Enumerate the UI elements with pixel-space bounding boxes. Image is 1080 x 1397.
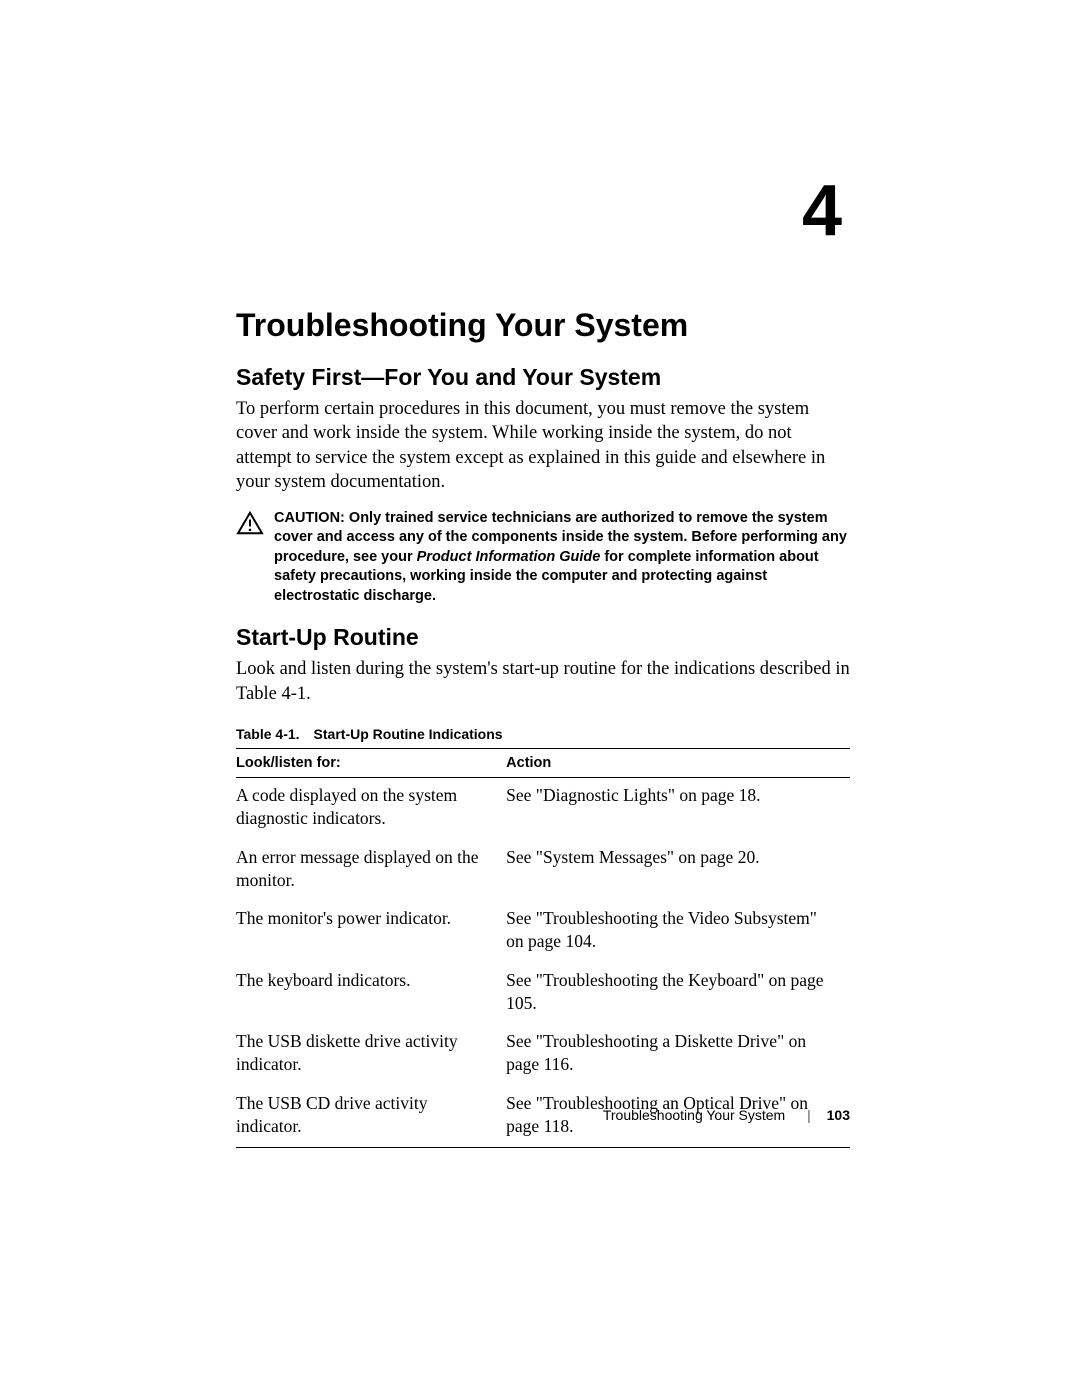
table-row: An error message displayed on the monito… — [236, 840, 850, 902]
footer-running-title: Troubleshooting Your System — [603, 1107, 785, 1123]
section-safety-text: To perform certain procedures in this do… — [236, 397, 850, 495]
table-row: A code displayed on the system diagnosti… — [236, 778, 850, 840]
startup-table: Look/listen for: Action A code displayed… — [236, 748, 850, 1148]
caution-italic: Product Information Guide — [417, 549, 601, 565]
table-row: The monitor's power indicator. See "Trou… — [236, 901, 850, 963]
table-action-cell: See "Diagnostic Lights" on page 18. — [506, 778, 850, 840]
page-content: 4 Troubleshooting Your System Safety Fir… — [236, 175, 850, 1148]
table-look-cell: An error message displayed on the monito… — [236, 840, 506, 902]
table-caption-label: Table 4-1. — [236, 726, 300, 742]
section-startup-heading: Start-Up Routine — [236, 624, 850, 651]
table-look-cell: The USB diskette drive activity indicato… — [236, 1024, 506, 1086]
table-row: The keyboard indicators. See "Troublesho… — [236, 963, 850, 1025]
caution-text: CAUTION: Only trained service technician… — [274, 509, 850, 607]
caution-icon — [236, 511, 264, 535]
table-header-row: Look/listen for: Action — [236, 749, 850, 778]
caution-label: CAUTION: — [274, 510, 345, 526]
chapter-number: 4 — [236, 175, 850, 247]
table-caption: Table 4-1. Start-Up Routine Indications — [236, 726, 850, 742]
table-action-cell: See "Troubleshooting the Video Subsystem… — [506, 901, 850, 963]
table-caption-title: Start-Up Routine Indications — [314, 726, 503, 742]
chapter-title: Troubleshooting Your System — [236, 307, 850, 344]
footer-page-number: 103 — [827, 1107, 850, 1123]
table-row: The USB diskette drive activity indicato… — [236, 1024, 850, 1086]
section-startup-text: Look and listen during the system's star… — [236, 657, 850, 706]
table-header-action: Action — [506, 749, 850, 778]
table-action-cell: See "Troubleshooting a Diskette Drive" o… — [506, 1024, 850, 1086]
table-look-cell: A code displayed on the system diagnosti… — [236, 778, 506, 840]
table-action-cell: See "System Messages" on page 20. — [506, 840, 850, 902]
table-look-cell: The monitor's power indicator. — [236, 901, 506, 963]
table-header-look: Look/listen for: — [236, 749, 506, 778]
caution-block: CAUTION: Only trained service technician… — [236, 509, 850, 607]
footer-separator: | — [807, 1107, 811, 1123]
table-action-cell: See "Troubleshooting the Keyboard" on pa… — [506, 963, 850, 1025]
table-look-cell: The keyboard indicators. — [236, 963, 506, 1025]
section-safety-heading: Safety First—For You and Your System — [236, 364, 850, 391]
